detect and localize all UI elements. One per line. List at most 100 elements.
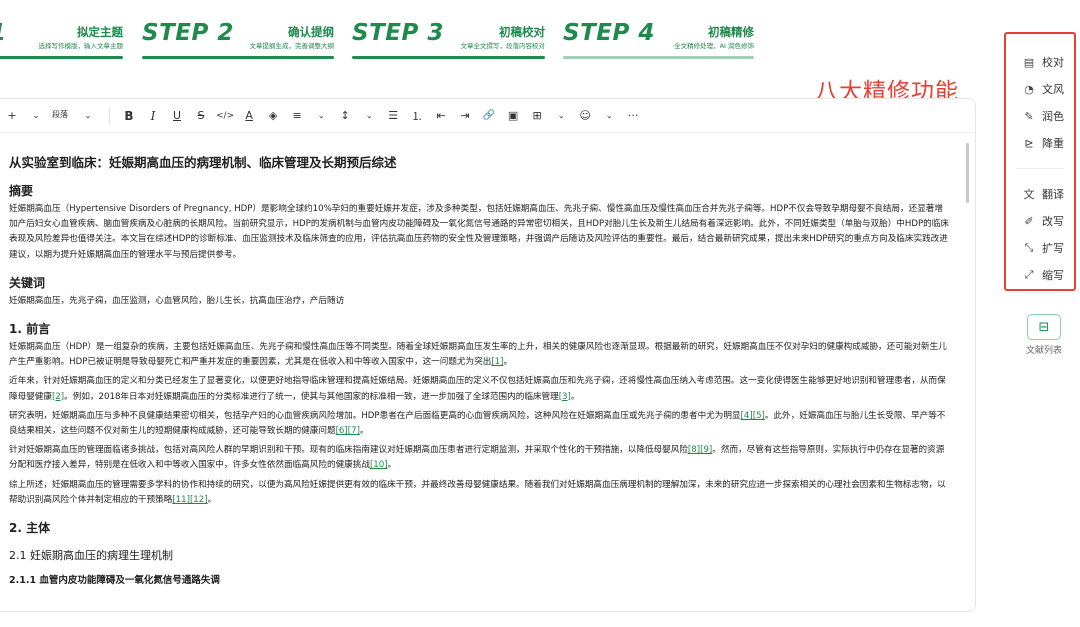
keywords-text: 妊娠期高血压，先兆子痫，血压监测，心血管风险，胎儿生长，抗高血压治疗，产后随访 [9,295,345,306]
paragraph-2-text-b: 。例如，2018年日本对妊娠期高血压的分类标准进行了统一，使其与其他国家的标准相… [64,391,559,402]
document-editor[interactable]: + ⌄ 段落 ⌄ B I U S </> A ◈ ≡ ⌄ ↕ ⌄ ☰ ⒈ ⇤ ⇥… [0,98,976,612]
rewrite-icon: ✐ [1024,214,1034,228]
translate-label: 翻译 [1042,188,1064,201]
step-1-number: 1 [0,20,7,46]
outdent-icon[interactable]: ⇤ [432,105,450,127]
paragraph-dropdown-icon[interactable]: ⌄ [79,105,97,127]
references-list-label: 文献列表 [1025,346,1062,356]
paragraph-3: 研究表明，妊娠期高血压与多种不良健康结果密切相关，包括孕产妇的心血管疾病风险增加… [9,410,946,437]
step-2-desc: 文章提纲生成，完善调整大纲 [249,42,335,50]
subsection-2-1-heading: 2.1 妊娠期高血压的病理生理机制 [9,549,173,563]
link-icon[interactable]: 🔗 [480,105,498,127]
section-2-heading: 2. 主体 [9,521,51,536]
step-2-title: 确认提纲 [288,25,334,39]
bullet-list-icon[interactable]: ☰ [384,105,402,127]
polish-icon: ✎ [1024,109,1034,123]
align-icon[interactable]: ≡ [288,105,306,127]
step-4-desc: 全文精修处理，AI 润色修饰 [674,42,754,50]
citation-link[interactable]: [8][9] [688,445,712,455]
step-3-desc: 文章全文撰写，段落内容校对 [460,42,546,50]
proofread-icon: ▤ [1023,55,1035,69]
citation-link[interactable]: [11][12] [172,495,207,505]
style-label: 文风 [1042,83,1064,96]
table-icon[interactable]: ⊞ [528,105,546,127]
condense-icon: ⤢ [1024,268,1034,281]
reduce-duplication-label: 降重 [1042,137,1064,150]
line-height-dropdown-icon[interactable]: ⌄ [360,105,378,127]
paragraph-4: 针对妊娠期高血压的管理面临诸多挑战，包括对高风险人群的早期识别和干预。现有的临床… [9,445,945,471]
table-dropdown-icon[interactable]: ⌄ [552,105,570,127]
abstract-heading: 摘要 [9,184,34,198]
underline-button[interactable]: U [168,105,186,127]
proofread-button[interactable]: ▤ 校对 [1006,51,1074,73]
step-2-number: STEP 2 [142,20,234,46]
paragraph-5: 综上所述，妊娠期高血压的管理需要多学科的协作和持续的研究，以便为高风险妊娠提供更… [9,479,946,505]
ordered-list-icon[interactable]: ⒈ [408,105,426,127]
condense-button[interactable]: ⤢ 缩写 [1006,264,1074,286]
paragraph-1-text: 妊娠期高血压（HDP）是一组复杂的疾病，主要包括妊娠高血压、先兆子痫和慢性高血压… [9,342,947,368]
step-4-bar [563,56,754,59]
style-button[interactable]: ◔ 文风 [1006,78,1074,100]
font-color-button[interactable]: A [240,105,258,127]
subsection-2-1-1-heading: 2.1.1 血管内皮功能障碍及一氧化氮信号通路失调 [9,575,220,587]
paragraph-1: 妊娠期高血压（HDP）是一组复杂的疾病，主要包括妊娠高血压、先兆子痫和慢性高血压… [9,342,947,368]
proofread-label: 校对 [1042,56,1064,69]
translate-button[interactable]: 文 翻译 [1006,183,1074,205]
citation-link[interactable]: [10] [370,460,388,470]
step-3-bar [352,56,545,59]
expand-label: 扩写 [1042,242,1064,255]
rewrite-label: 改写 [1042,215,1064,228]
step-1[interactable]: 1 拟定主题 选择写作模版，输入文章主题 [0,18,123,64]
add-dropdown-icon[interactable]: ⌄ [27,105,45,127]
bold-button[interactable]: B [120,105,138,127]
document-content[interactable]: 从实验室到临床：妊娠期高血压的病理机制、临床管理及长期预后综述 摘要 妊娠期高血… [9,149,949,588]
align-dropdown-icon[interactable]: ⌄ [312,105,330,127]
strikethrough-button[interactable]: S [192,105,210,127]
highlight-icon[interactable]: ◈ [264,105,282,127]
keywords-heading: 关键词 [9,275,46,290]
step-2[interactable]: STEP 2 确认提纲 文章提纲生成，完善调整大纲 [142,18,334,64]
code-button[interactable]: </> [216,105,234,127]
step-3[interactable]: STEP 3 初稿校对 文章全文撰写，段落内容校对 [352,18,545,64]
expand-icon: ⤡ [1024,241,1034,254]
image-icon[interactable]: ▣ [504,105,522,127]
expand-button[interactable]: ⤡ 扩写 [1006,237,1074,259]
condense-label: 缩写 [1042,269,1064,282]
indent-icon[interactable]: ⇥ [456,105,474,127]
line-height-icon[interactable]: ↕ [336,105,354,127]
emoji-icon[interactable]: ☺ [576,105,594,127]
citation-link[interactable]: [2] [52,392,64,402]
step-2-bar [142,56,334,59]
step-1-title: 拟定主题 [77,25,123,39]
polish-button[interactable]: ✎ 润色 [1006,105,1074,127]
section-1-heading: 1. 前言 [9,322,51,337]
paragraph-style-select[interactable]: 段落 [51,103,69,125]
reduce-duplication-button[interactable]: ⊵ 降重 [1006,132,1074,154]
citation-link[interactable]: [6][7] [336,426,360,436]
editor-scrollbar[interactable] [966,143,969,203]
more-icon[interactable]: ··· [624,105,642,127]
rewrite-button[interactable]: ✐ 改写 [1006,210,1074,232]
refine-tools-panel: ▤ 校对 ◔ 文风 ✎ 润色 ⊵ 降重 文 翻译 ✐ 改写 ⤡ 扩写 ⤢ 缩写 [1004,32,1076,291]
toolbar-divider [109,107,110,124]
paragraph-3-text-a: 研究表明，妊娠期高血压与多种不良健康结果密切相关，包括孕产妇的心血管疾病风险增加… [9,410,741,421]
emoji-dropdown-icon[interactable]: ⌄ [600,105,618,127]
step-4-title: 初稿精修 [708,25,754,39]
book-icon: ⊟ [1027,314,1061,340]
step-1-bar [0,56,123,59]
italic-button[interactable]: I [144,105,162,127]
citation-link[interactable]: [3] [559,392,571,402]
step-3-number: STEP 3 [352,20,444,46]
citation-link[interactable]: [4][5] [741,411,765,421]
references-list-button[interactable]: ⊟ 文献列表 [1018,314,1070,356]
add-block-button[interactable]: + [3,105,21,127]
step-4-number: STEP 4 [563,20,655,46]
editor-toolbar: + ⌄ 段落 ⌄ B I U S </> A ◈ ≡ ⌄ ↕ ⌄ ☰ ⒈ ⇤ ⇥… [0,99,975,133]
step-4[interactable]: STEP 4 初稿精修 全文精修处理，AI 润色修饰 [563,18,754,64]
step-3-title: 初稿校对 [499,25,545,39]
palette-icon: ◔ [1024,82,1034,96]
step-1-desc: 选择写作模版，输入文章主题 [38,42,124,50]
citation-link[interactable]: [1] [491,357,503,367]
steps-header: 1 拟定主题 选择写作模版，输入文章主题 STEP 2 确认提纲 文章提纲生成，… [0,0,1000,70]
translate-icon: 文 [1023,188,1035,201]
